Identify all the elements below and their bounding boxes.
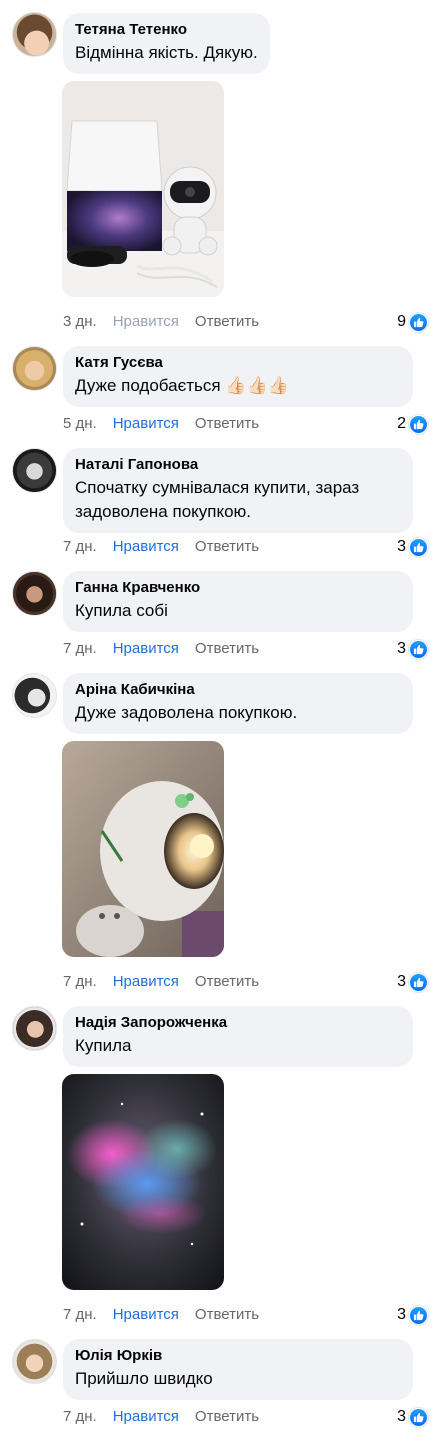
comment-author[interactable]: Катя Гусєва (75, 354, 401, 372)
astronaut-lamp-photo-image (62, 741, 224, 957)
comment-author[interactable]: Надія Запорожченка (75, 1014, 401, 1032)
reply-link[interactable]: Ответить (195, 639, 259, 659)
like-thumb-icon (409, 537, 428, 557)
comment-time[interactable]: 7 дн. (63, 537, 97, 557)
avatar[interactable] (12, 12, 57, 57)
reaction-count-number: 3 (397, 973, 406, 990)
comment-photo[interactable] (62, 741, 224, 957)
reaction-count[interactable]: 9 (397, 312, 428, 332)
like-link[interactable]: Нравится (113, 1305, 179, 1325)
like-thumb-icon (409, 414, 428, 434)
avatar[interactable] (12, 571, 57, 616)
comment-time[interactable]: 7 дн. (63, 972, 97, 992)
comment-time[interactable]: 3 дн. (63, 312, 97, 332)
reply-link[interactable]: Ответить (195, 1407, 259, 1427)
reply-link[interactable]: Ответить (195, 537, 259, 557)
comment-text: Прийшло швидко (75, 1369, 213, 1388)
reaction-count[interactable]: 3 (397, 639, 428, 659)
product-photo-image (62, 81, 224, 297)
comment-author[interactable]: Ганна Кравченко (75, 579, 401, 597)
galaxy-projection-photo-image (62, 1074, 224, 1290)
comment-time[interactable]: 5 дн. (63, 414, 97, 434)
avatar[interactable] (12, 1006, 57, 1051)
comment-time[interactable]: 7 дн. (63, 1305, 97, 1325)
comment-time[interactable]: 7 дн. (63, 1407, 97, 1427)
comment-actions: 7 дн. Нравится Ответить (63, 537, 259, 557)
comment-actions: 5 дн. Нравится Ответить (63, 414, 259, 434)
like-thumb-icon (409, 312, 428, 332)
comment-text: Дуже подобається 👍🏻👍🏻👍🏻 (75, 376, 289, 395)
avatar[interactable] (12, 448, 57, 493)
reaction-count[interactable]: 3 (397, 1407, 428, 1427)
like-thumb-icon (409, 1305, 428, 1325)
comment-author[interactable]: Наталі Гапонова (75, 456, 401, 474)
comment-text: Дуже задоволена покупкою. (75, 703, 298, 722)
comment-text: Спочатку сумнівалася купити, зараз задов… (75, 478, 360, 521)
like-link[interactable]: Нравится (113, 639, 179, 659)
reaction-count-number: 3 (397, 1306, 406, 1323)
reaction-count[interactable]: 2 (397, 414, 428, 434)
comment-bubble: Юлія Юрків Прийшло швидко (63, 1339, 413, 1400)
like-thumb-icon (409, 639, 428, 659)
comment-bubble: Надія Запорожченка Купила (63, 1006, 413, 1067)
comment-text: Відмінна якість. Дякую. (75, 43, 258, 62)
reaction-count[interactable]: 3 (397, 1305, 428, 1325)
comment-actions: 7 дн. Нравится Ответить (63, 1305, 259, 1325)
comment-bubble: Тетяна Тетенко Відмінна якість. Дякую. (63, 13, 270, 74)
comment-actions: 7 дн. Нравится Ответить (63, 1407, 259, 1427)
comment-text: Купила (75, 1036, 132, 1055)
like-link[interactable]: Нравится (113, 312, 179, 332)
reaction-count-number: 2 (397, 415, 406, 432)
comment-actions: 7 дн. Нравится Ответить (63, 972, 259, 992)
comment-author[interactable]: Юлія Юрків (75, 1347, 401, 1365)
comment-bubble: Аріна Кабичкіна Дуже задоволена покупкою… (63, 673, 413, 734)
like-link[interactable]: Нравится (113, 537, 179, 557)
comment-photo[interactable] (62, 1074, 224, 1290)
avatar[interactable] (12, 346, 57, 391)
avatar[interactable] (12, 673, 57, 718)
reaction-count-number: 3 (397, 640, 406, 657)
comment-actions: 7 дн. Нравится Ответить (63, 639, 259, 659)
reaction-count[interactable]: 3 (397, 972, 428, 992)
like-link[interactable]: Нравится (113, 972, 179, 992)
comment-text: Купила собі (75, 601, 168, 620)
like-thumb-icon (409, 1407, 428, 1427)
comment-author[interactable]: Тетяна Тетенко (75, 21, 258, 39)
like-link[interactable]: Нравится (113, 1407, 179, 1427)
reaction-count-number: 3 (397, 538, 406, 555)
comment-bubble: Катя Гусєва Дуже подобається 👍🏻👍🏻👍🏻 (63, 346, 413, 407)
reply-link[interactable]: Ответить (195, 312, 259, 332)
comment-photo[interactable] (62, 81, 224, 297)
like-link[interactable]: Нравится (113, 414, 179, 434)
comment-bubble: Ганна Кравченко Купила собі (63, 571, 413, 632)
reaction-count-number: 3 (397, 1408, 406, 1425)
reaction-count[interactable]: 3 (397, 537, 428, 557)
reply-link[interactable]: Ответить (195, 414, 259, 434)
reply-link[interactable]: Ответить (195, 1305, 259, 1325)
comment-actions: 3 дн. Нравится Ответить (63, 312, 259, 332)
reaction-count-number: 9 (397, 313, 406, 330)
comment-time[interactable]: 7 дн. (63, 639, 97, 659)
like-thumb-icon (409, 972, 428, 992)
comment-bubble: Наталі Гапонова Спочатку сумнівалася куп… (63, 448, 413, 533)
reply-link[interactable]: Ответить (195, 972, 259, 992)
comment-author[interactable]: Аріна Кабичкіна (75, 681, 401, 699)
avatar[interactable] (12, 1339, 57, 1384)
